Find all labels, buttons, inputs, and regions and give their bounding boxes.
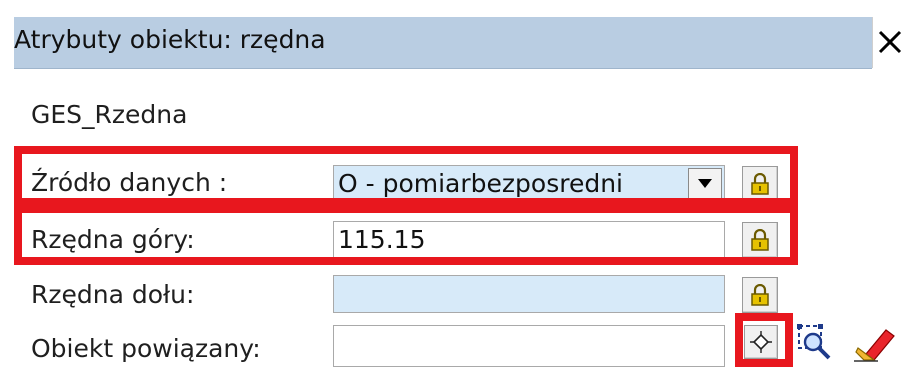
close-icon bbox=[878, 30, 902, 54]
source-select-value: O - pomiarbezposredni bbox=[338, 169, 623, 198]
pick-object-button[interactable] bbox=[744, 325, 778, 359]
close-button[interactable] bbox=[872, 17, 905, 68]
source-select[interactable]: O - pomiarbezposredni bbox=[333, 165, 725, 203]
lock-icon bbox=[751, 284, 769, 306]
top-ordinate-label: Rzędna góry: bbox=[31, 225, 195, 254]
source-lock-button[interactable] bbox=[742, 166, 778, 202]
title-bar: Atrybuty obiektu: rzędna bbox=[14, 17, 872, 69]
source-label: Źródło danych : bbox=[31, 168, 228, 197]
search-object-button[interactable] bbox=[796, 322, 834, 360]
dialog-title: Atrybuty obiektu: rzędna bbox=[14, 25, 326, 54]
top-ordinate-value: 115.15 bbox=[338, 225, 426, 254]
lock-icon bbox=[751, 229, 769, 251]
bottom-ordinate-input[interactable] bbox=[333, 275, 725, 313]
attributes-dialog: Atrybuty obiektu: rzędna GES_Rzedna Źród… bbox=[0, 0, 905, 367]
object-class-label: GES_Rzedna bbox=[31, 100, 188, 129]
top-ordinate-input[interactable]: 115.15 bbox=[333, 221, 725, 259]
eraser-icon bbox=[854, 329, 895, 362]
source-dropdown-button[interactable] bbox=[688, 168, 722, 200]
linked-object-input[interactable] bbox=[333, 325, 725, 367]
linked-object-label: Obiekt powiązany: bbox=[31, 334, 261, 363]
top-ordinate-lock-button[interactable] bbox=[742, 222, 778, 258]
clear-button[interactable] bbox=[852, 322, 895, 362]
bottom-ordinate-lock-button[interactable] bbox=[742, 277, 778, 313]
magnifier-icon bbox=[797, 324, 831, 360]
chevron-down-icon bbox=[698, 179, 712, 188]
bottom-ordinate-label: Rzędna dołu: bbox=[31, 280, 195, 309]
lock-icon bbox=[751, 173, 769, 195]
crosshair-icon bbox=[750, 331, 772, 353]
